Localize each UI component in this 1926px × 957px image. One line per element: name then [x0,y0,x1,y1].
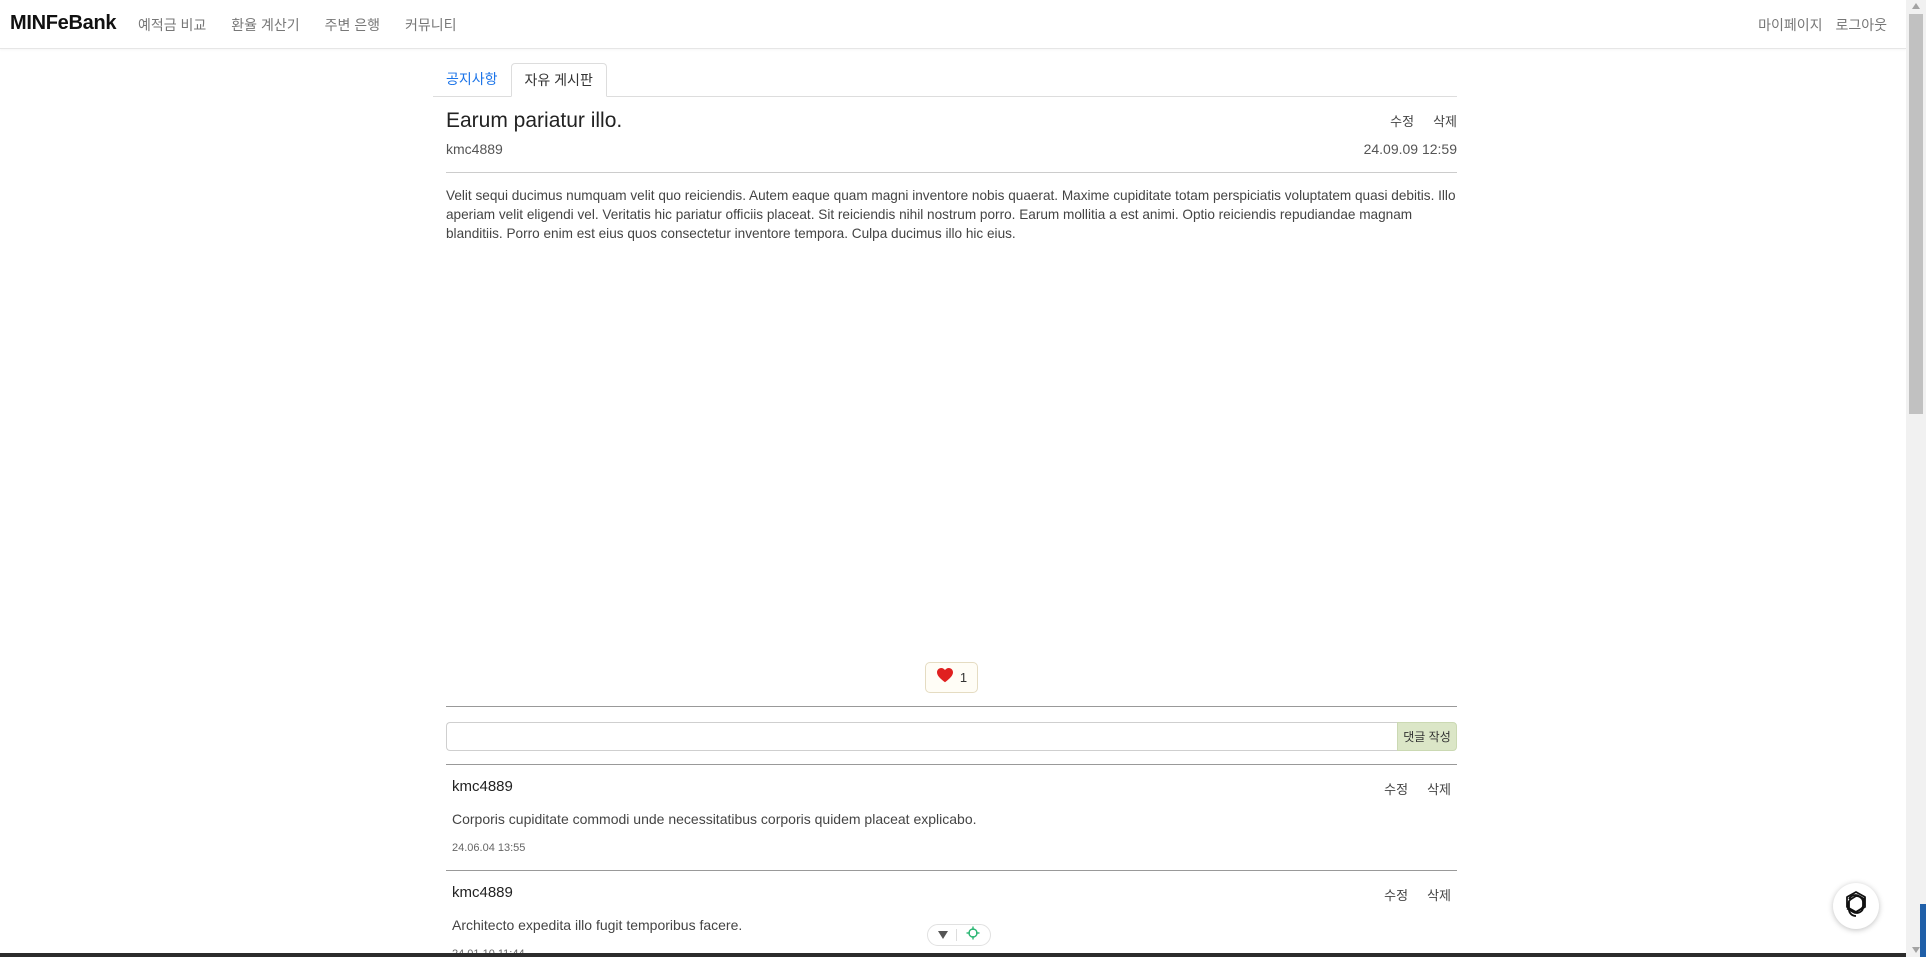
comment-actions: 수정 삭제 [1384,779,1451,798]
tab-bar-spacer [606,63,1457,97]
floating-toolbar [927,924,991,946]
top-navbar: MINFeBank 예적금 비교 환율 계산기 주변 은행 커뮤니티 마이페이지… [0,0,1906,49]
tab-free-board[interactable]: 자유 게시판 [510,63,607,97]
post-body: Velit sequi ducimus numquam velit quo re… [446,188,1456,241]
nav-link-logout[interactable]: 로그아웃 [1835,15,1887,35]
comment-item: kmc4889 수정 삭제 Corporis cupiditate commod… [446,765,1457,871]
board-tabs: 공지사항 자유 게시판 [433,63,1457,97]
nav-link-community[interactable]: 커뮤니티 [405,15,457,35]
brand-logo[interactable]: MINFeBank [10,12,117,35]
comment-submit-button[interactable]: 댓글 작성 [1397,722,1457,751]
scroll-up-arrow-icon[interactable] [1912,3,1920,9]
user-nav: 마이페이지 로그아웃 [1758,15,1887,35]
main-nav: 예적금 비교 환율 계산기 주변 은행 커뮤니티 [138,15,457,35]
post-author: kmc4889 [446,141,503,157]
comment-form: 댓글 작성 [446,722,1457,751]
page-scrollbar[interactable] [1906,0,1926,957]
heart-icon [936,667,954,688]
nav-link-mypage[interactable]: 마이페이지 [1758,15,1822,35]
edge-side-tab [1920,904,1926,957]
comment-delete-button[interactable]: 삭제 [1427,885,1451,904]
nav-link-nearby-banks[interactable]: 주변 은행 [325,15,380,35]
comment-input[interactable] [446,722,1397,751]
like-count: 1 [959,670,968,685]
nav-link-deposit-compare[interactable]: 예적금 비교 [138,15,206,35]
scroll-down-arrow-icon[interactable] [1912,947,1920,953]
post-header-divider [446,172,1457,173]
triangle-down-icon[interactable] [938,931,949,939]
like-divider [446,706,1457,707]
like-button[interactable]: 1 [925,662,978,693]
comment-delete-button[interactable]: 삭제 [1427,779,1451,798]
taskbar-edge [0,953,1906,957]
comment-text: Architecto expedita illo fugit temporibu… [452,917,743,933]
comment-author: kmc4889 [452,884,513,901]
chat-assistant-button[interactable] [1833,883,1879,929]
toolbar-separator [956,929,958,941]
tab-notice[interactable]: 공지사항 [433,63,511,97]
comment-edit-button[interactable]: 수정 [1384,885,1408,904]
scrollbar-thumb[interactable] [1909,14,1923,414]
comment-edit-button[interactable]: 수정 [1384,779,1408,798]
comment-text: Corporis cupiditate commodi unde necessi… [452,811,977,827]
nav-link-exchange-calculator[interactable]: 환율 계산기 [231,15,299,35]
comment-date: 24.06.04 13:55 [452,842,526,854]
post-date: 24.09.09 12:59 [1363,141,1457,157]
comment-actions: 수정 삭제 [1384,885,1451,904]
crosshair-icon[interactable] [966,926,980,945]
post-title: Earum pariatur illo. [446,109,623,132]
chatgpt-logo-icon [1839,887,1873,926]
post-delete-button[interactable]: 삭제 [1433,111,1457,130]
comment-author: kmc4889 [452,778,513,795]
post-edit-button[interactable]: 수정 [1390,111,1414,130]
post-actions: 수정 삭제 [1390,111,1457,130]
